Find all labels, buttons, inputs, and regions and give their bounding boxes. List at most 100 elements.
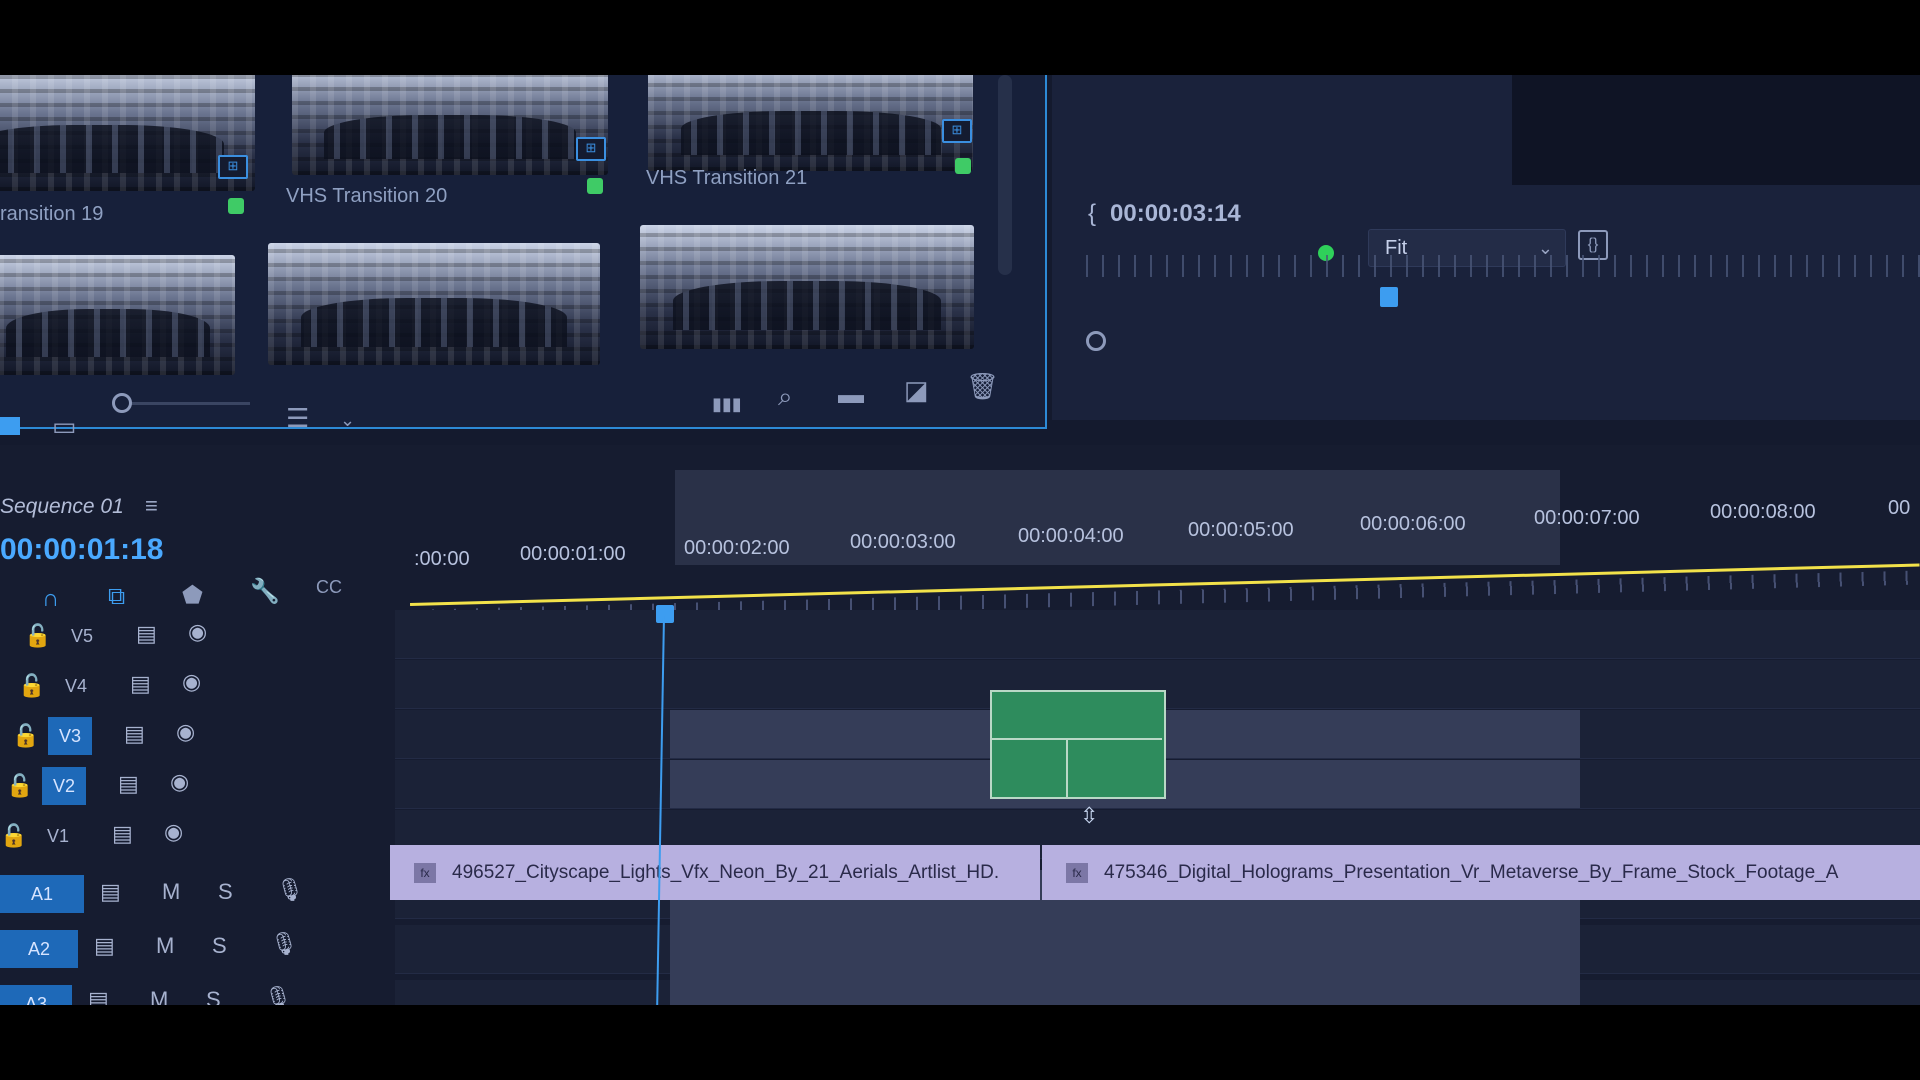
sync-lock-icon[interactable]: ▤ [100,879,121,905]
search-icon[interactable]: ⌕ [778,381,793,411]
track-label-v3[interactable]: V3 [48,717,92,755]
wrench-icon[interactable]: 🔧 [250,577,280,606]
eye-icon[interactable]: ◉ [176,719,195,745]
solo-button[interactable]: S [218,879,233,905]
mute-button[interactable]: M [156,933,174,959]
clip-name: 475346_Digital_Holograms_Presentation_Vr… [1104,862,1839,883]
clip-divider [990,738,1162,740]
track-lane-v5[interactable] [395,610,1920,659]
ruler-label: 00:00:06:00 [1360,513,1466,535]
timeline-clip[interactable]: fx 475346_Digital_Holograms_Presentation_… [1042,845,1920,900]
lock-icon[interactable]: 🔓 [18,673,45,699]
ruler-label: 00:00:07:00 [1534,507,1640,529]
item-label: VHS Transition 21 [646,167,808,189]
microphone-icon[interactable]: 🎙 [270,931,298,957]
eye-icon[interactable]: ◉ [170,769,189,795]
insert-cursor-icon: ⇳ [1080,803,1099,828]
label-color-chip [955,158,971,174]
new-item-icon[interactable]: ◪ [904,375,929,405]
fx-badge-icon: fx [414,862,436,883]
captions-icon[interactable]: CC [316,577,342,598]
trash-icon[interactable]: 🗑 [966,371,999,401]
fx-badge-icon: fx [1066,862,1088,883]
ruler-label: 00:00:08:00 [1710,501,1816,523]
microphone-icon[interactable]: 🎙 [264,985,292,1005]
track-label-v2[interactable]: V2 [42,767,86,805]
solo-button[interactable]: S [212,933,227,959]
thumbnail[interactable] [640,225,974,349]
lock-icon[interactable]: 🔓 [0,823,27,849]
clip-name: 496527_Cityscape_Lights_Vfx_Neon_By_21_A… [452,862,1000,883]
letterbox-top [0,0,1920,75]
eye-icon[interactable]: ◉ [188,619,207,645]
snap-icon[interactable]: ∩ [42,585,59,613]
clip-type-icon: ⊞ [576,137,606,161]
monitor-timecode[interactable]: 00:00:03:14 [1110,200,1241,228]
chevron-down-icon[interactable]: ⌄ [340,405,355,435]
track-label-v1[interactable]: V1 [36,817,80,855]
dragged-clip[interactable] [990,690,1166,799]
ruler-label: 00:00:05:00 [1188,519,1294,541]
clip-type-icon: ⊞ [218,155,248,179]
track-label-a2[interactable]: A2 [0,930,78,968]
sequence-tab[interactable]: Sequence 01 [0,495,124,519]
zoom-slider-track[interactable] [122,402,250,405]
track-label-a3[interactable]: A3 [0,985,72,1005]
mute-button[interactable]: M [162,879,180,905]
thumbnail-vhs-transition-19[interactable] [0,75,255,191]
solo-button[interactable]: S [206,987,221,1005]
folder-icon[interactable]: ▬ [838,379,864,409]
premiere-workspace: ⊞ ⊞ ⊞ ransition 19 VHS Transition 20 VHS… [0,75,1920,1005]
track-label-v5[interactable]: V5 [60,617,104,655]
project-panel: ⊞ ⊞ ⊞ ransition 19 VHS Transition 20 VHS… [0,75,1047,429]
sync-lock-icon[interactable]: ▤ [118,771,139,797]
thumbnail[interactable] [268,243,600,365]
eye-icon[interactable]: ◉ [182,669,201,695]
thumbnail[interactable] [0,255,235,375]
sync-lock-icon[interactable]: ▤ [124,721,145,747]
thumbnail-vhs-transition-20[interactable] [292,75,608,175]
sync-lock-icon[interactable]: ▤ [136,621,157,647]
marker-icon[interactable]: ⬟ [182,581,203,610]
ruler-label: 00:00:01:00 [520,543,626,565]
zoom-slider-handle[interactable] [112,393,132,413]
icon-view-icon[interactable]: ▭ [52,411,77,441]
thumbnail-vhs-transition-21[interactable] [648,75,973,171]
ruler-label: 00:00:04:00 [1018,525,1124,547]
label-color-chip [587,178,603,194]
sync-lock-icon[interactable]: ▤ [94,933,115,959]
ruler-label: 00 [1888,497,1911,519]
in-point-icon: { [1088,200,1097,227]
lock-icon[interactable]: 🔓 [6,773,33,799]
microphone-icon[interactable]: 🎙 [276,877,304,903]
sync-lock-icon[interactable]: ▤ [130,671,151,697]
lock-icon[interactable]: 🔓 [12,723,39,749]
clip-divider [1066,740,1068,797]
monitor-zoom-handle[interactable] [1086,331,1106,351]
eye-icon[interactable]: ◉ [164,819,183,845]
monitor-playhead[interactable] [1380,287,1398,307]
project-scrollbar[interactable] [998,75,1012,275]
label-color-chip [228,198,244,214]
ruler-label: 00:00:03:00 [850,531,956,553]
menu-icon[interactable]: ≡ [145,493,158,519]
item-label: VHS Transition 20 [286,185,448,207]
linked-selection-icon[interactable]: ⧉ [108,583,125,611]
playhead-handle[interactable] [656,605,674,623]
item-label: ransition 19 [0,203,104,225]
letterbox-bottom [0,1005,1920,1080]
monitor-time-ruler[interactable] [1086,255,1920,277]
monitor-viewer [1512,75,1920,185]
list-view-icon[interactable] [0,417,20,435]
lock-icon[interactable]: 🔓 [24,623,51,649]
sync-lock-icon[interactable]: ▤ [112,821,133,847]
clip-type-icon: ⊞ [942,119,972,143]
playhead-timecode[interactable]: 00:00:01:18 [0,533,163,567]
track-label-a1[interactable]: A1 [0,875,84,913]
automate-icon[interactable]: ▮▮▮ [712,389,742,419]
timeline-clip[interactable]: fx 496527_Cityscape_Lights_Vfx_Neon_By_21… [390,845,1040,900]
sort-icon[interactable]: ☰ [286,403,309,433]
sync-lock-icon[interactable]: ▤ [88,987,109,1005]
track-label-v4[interactable]: V4 [54,667,98,705]
mute-button[interactable]: M [150,987,168,1005]
